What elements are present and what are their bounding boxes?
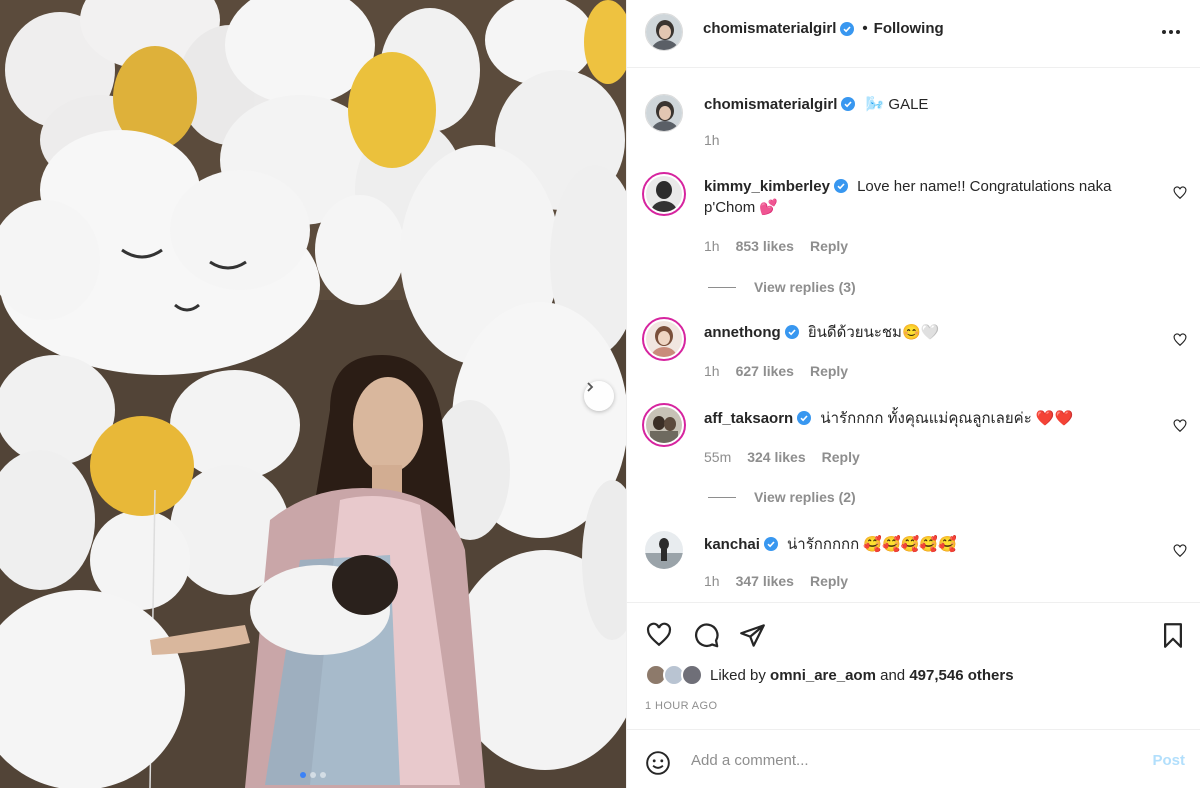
view-replies-label: View replies (3) — [754, 279, 856, 295]
share-button[interactable] — [739, 622, 766, 654]
heart-icon — [1173, 544, 1187, 558]
view-replies-label: View replies (2) — [754, 489, 856, 505]
comment-time[interactable]: 1h — [704, 363, 720, 379]
comments-list[interactable]: chomismaterialgirl 🌬️ GALE 1h kimmy_kimb… — [627, 68, 1200, 602]
view-replies-button[interactable]: View replies (3) — [708, 279, 856, 295]
comment-time[interactable]: 55m — [704, 449, 731, 465]
more-options-button[interactable] — [1161, 22, 1181, 47]
emoji-button[interactable] — [645, 750, 671, 781]
comment-time[interactable]: 1h — [704, 573, 720, 589]
follow-separator: • — [862, 20, 868, 37]
comment-likes[interactable]: 347 likes — [736, 573, 794, 589]
verified-badge-icon — [840, 21, 855, 36]
reply-button[interactable]: Reply — [810, 238, 848, 254]
post-timestamp[interactable]: 1 HOUR AGO — [645, 700, 717, 712]
caption-username[interactable]: chomismaterialgirl — [704, 96, 837, 113]
author-username[interactable]: chomismaterialgirl — [703, 20, 836, 37]
like-comment-button[interactable] — [1173, 544, 1187, 563]
smiley-icon — [646, 751, 670, 775]
comment-button[interactable] — [693, 622, 720, 654]
comment-username[interactable]: annethong — [704, 324, 781, 341]
next-photo-button[interactable] — [584, 381, 614, 411]
comment-time[interactable]: 1h — [704, 238, 720, 254]
comment-text: kanchai น่ารักกกกก 🥰🥰🥰🥰🥰 — [704, 534, 1152, 555]
liked-by-middle: and — [875, 666, 910, 684]
comment-body: น่ารักกกกก 🥰🥰🥰🥰🥰 — [787, 536, 957, 553]
comment-avatar[interactable] — [642, 403, 686, 447]
comment-avatar[interactable] — [645, 531, 683, 569]
caption-text: chomismaterialgirl 🌬️ GALE — [704, 94, 1152, 115]
comment-likes[interactable]: 627 likes — [736, 363, 794, 379]
comment-input[interactable] — [691, 748, 1131, 772]
replies-divider — [708, 286, 736, 288]
paper-plane-icon — [740, 624, 765, 647]
add-comment-bar: Post — [627, 729, 1200, 788]
comment-username[interactable]: kanchai — [704, 536, 760, 553]
reply-button[interactable]: Reply — [822, 449, 860, 465]
caption-meta: 1h — [704, 132, 720, 148]
comment-avatar[interactable] — [642, 317, 686, 361]
comment-meta: 55m 324 likes Reply — [704, 449, 860, 465]
verified-badge-icon — [833, 179, 848, 193]
comment-avatar[interactable] — [642, 172, 686, 216]
comment-meta: 1h 347 likes Reply — [704, 573, 848, 589]
post-photo[interactable] — [0, 0, 626, 788]
like-comment-button[interactable] — [1173, 333, 1187, 352]
liked-by-text: Liked by omni_are_aom and 497,546 others — [710, 667, 1014, 684]
comment-text: annethong ยินดีด้วยนะชม😊🤍 — [704, 322, 1152, 343]
liked-by-prefix: Liked by — [710, 666, 771, 684]
bookmark-icon — [1164, 623, 1182, 648]
comment-text: aff_taksaorn น่ารักกกก ทั้งคุณแม่คุณลูกเ… — [704, 408, 1152, 429]
view-replies-button[interactable]: View replies (2) — [708, 489, 856, 505]
comment-text: kimmy_kimberley Love her name!! Congratu… — [704, 176, 1152, 218]
reply-button[interactable]: Reply — [810, 573, 848, 589]
liked-by-user[interactable]: omni_are_aom — [770, 667, 876, 684]
reply-button[interactable]: Reply — [810, 363, 848, 379]
comment-body: น่ารักกกก ทั้งคุณแม่คุณลูกเลยค่ะ ❤️❤️ — [820, 410, 1074, 427]
comment-meta: 1h 627 likes Reply — [704, 363, 848, 379]
verified-badge-icon — [784, 325, 799, 339]
heart-icon — [1173, 419, 1187, 433]
verified-badge-icon — [797, 411, 812, 425]
likes-count[interactable]: 497,546 others — [909, 667, 1013, 684]
carousel-dot — [300, 772, 306, 778]
caption-body: 🌬️ GALE — [865, 96, 929, 113]
verified-badge-icon — [763, 537, 778, 551]
like-comment-button[interactable] — [1173, 186, 1187, 205]
heart-icon — [646, 622, 672, 647]
more-horizontal-icon — [1162, 30, 1180, 34]
like-comment-button[interactable] — [1173, 419, 1187, 438]
carousel-dot — [310, 772, 316, 778]
save-button[interactable] — [1161, 622, 1185, 654]
avatar — [681, 664, 703, 686]
following-button[interactable]: Following — [874, 20, 944, 37]
carousel-indicator — [0, 772, 626, 778]
replies-divider — [708, 496, 736, 498]
comment-body: ยินดีด้วยนะชม😊🤍 — [807, 324, 940, 341]
comment-bubble-icon — [695, 623, 719, 648]
photo-illustration — [0, 0, 626, 788]
heart-icon — [1173, 333, 1187, 347]
heart-icon — [1173, 186, 1187, 200]
carousel-dot — [320, 772, 326, 778]
like-button[interactable] — [645, 622, 673, 653]
comment-username[interactable]: kimmy_kimberley — [704, 178, 830, 195]
post-side-panel: chomismaterialgirl • Following chomismat… — [626, 0, 1200, 788]
caption-time[interactable]: 1h — [704, 132, 720, 148]
author-avatar[interactable] — [645, 13, 683, 51]
chevron-right-icon — [587, 382, 594, 392]
verified-badge-icon — [841, 97, 856, 111]
caption-avatar[interactable] — [645, 94, 683, 132]
header-user: chomismaterialgirl • Following — [703, 20, 944, 37]
post-comment-button[interactable]: Post — [1152, 752, 1185, 769]
liked-by: Liked by omni_are_aom and 497,546 others — [645, 664, 1014, 686]
liked-by-avatars[interactable] — [645, 664, 707, 686]
comment-meta: 1h 853 likes Reply — [704, 238, 848, 254]
comment-username[interactable]: aff_taksaorn — [704, 410, 793, 427]
post-header: chomismaterialgirl • Following — [627, 0, 1200, 68]
comment-likes[interactable]: 853 likes — [736, 238, 794, 254]
comment-likes[interactable]: 324 likes — [747, 449, 805, 465]
